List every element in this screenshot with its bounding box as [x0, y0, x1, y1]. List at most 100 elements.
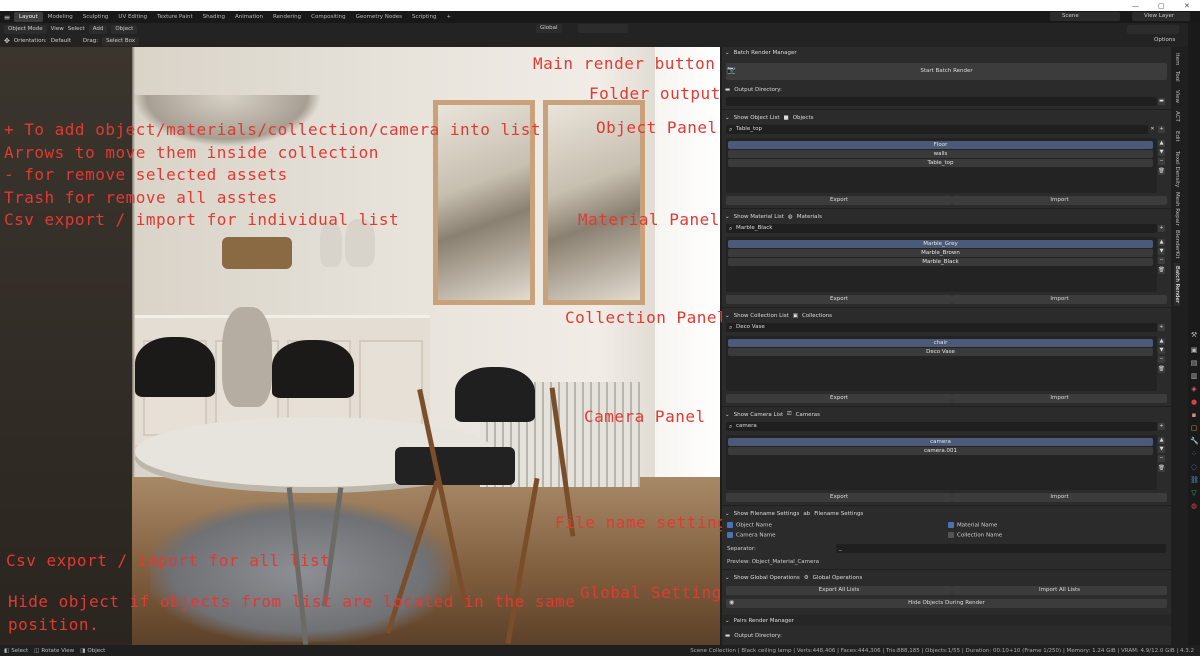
add-material-button[interactable]: + [1158, 225, 1165, 232]
scene-selector[interactable]: Scene [1050, 12, 1120, 21]
collection-name-checkbox[interactable]: Collection Name [948, 532, 1002, 539]
object-search-field[interactable]: Table_top [726, 125, 1148, 134]
data-icon[interactable]: ▽ [1190, 489, 1198, 497]
output-directory-field[interactable] [726, 97, 1157, 106]
menu-view[interactable]: View [51, 26, 64, 32]
object-list-header[interactable]: ⌄ Show Object List ■ Objects [722, 112, 1171, 123]
tab-tool[interactable]: Tool [1174, 71, 1180, 82]
maximize-icon[interactable]: ▢ [1158, 2, 1165, 10]
tab-rendering[interactable]: Rendering [268, 12, 306, 22]
show-global-operations-toggle[interactable]: Show Global Operations [734, 575, 800, 581]
remove-item-button[interactable]: − [1158, 257, 1165, 264]
show-filename-settings-toggle[interactable]: Show Filename Settings [734, 511, 800, 517]
menu-add[interactable]: Add [88, 24, 108, 34]
camera-list-header[interactable]: ⌄ Show Camera List ⎚ Cameras [722, 409, 1171, 420]
tool-icon[interactable]: ⚒ [1190, 331, 1198, 339]
view-layer-selector[interactable]: View Layer [1132, 12, 1190, 21]
list-item[interactable]: chair [728, 339, 1153, 347]
remove-item-button[interactable]: − [1158, 455, 1165, 462]
start-batch-render-button[interactable]: Start Batch Render [726, 63, 1167, 80]
export-all-lists-button[interactable]: Export All Lists [726, 586, 952, 595]
close-icon[interactable]: ✕ [1184, 2, 1190, 10]
tab-act[interactable]: ACT [1174, 111, 1180, 122]
add-camera-button[interactable]: + [1158, 423, 1165, 430]
show-camera-list-toggle[interactable]: Show Camera List [734, 412, 784, 418]
list-item[interactable]: Marble_Brown [728, 249, 1153, 257]
material-export-button[interactable]: Export [726, 295, 952, 304]
show-material-list-toggle[interactable]: Show Material List [734, 214, 784, 220]
tab-view[interactable]: View [1174, 90, 1180, 103]
menu-select[interactable]: Select [68, 26, 85, 32]
material-search-field[interactable]: Marble_Black [726, 224, 1157, 233]
camera-export-button[interactable]: Export [726, 493, 952, 502]
transform-orientation-dropdown[interactable]: Global [536, 24, 562, 33]
collection-import-button[interactable]: Import [952, 394, 1167, 403]
list-item[interactable]: Deco Vase [728, 348, 1153, 356]
trash-icon[interactable]: 🗑 [1158, 465, 1165, 472]
render-properties-icon[interactable]: ▣ [1190, 346, 1198, 354]
physics-icon[interactable]: ◌ [1190, 463, 1198, 471]
move-up-icon[interactable]: ▲ [1158, 239, 1165, 246]
trash-icon[interactable]: 🗑 [1158, 168, 1165, 175]
list-item[interactable]: walls [728, 150, 1153, 158]
collection-properties-icon[interactable]: ▪ [1190, 411, 1198, 419]
tab-modeling[interactable]: Modeling [43, 12, 78, 22]
minimize-icon[interactable]: — [1132, 2, 1139, 10]
remove-item-button[interactable]: − [1158, 356, 1165, 363]
tab-sculpting[interactable]: Sculpting [78, 12, 114, 22]
menu-object[interactable]: Object [111, 24, 138, 34]
particles-icon[interactable]: ⁘ [1190, 450, 1198, 458]
tab-item[interactable]: Item [1174, 53, 1180, 66]
snapping-controls[interactable] [578, 24, 628, 33]
hamburger-menu-icon[interactable]: ≡ [0, 13, 14, 22]
show-object-list-toggle[interactable]: Show Object List [734, 115, 780, 121]
show-collection-list-toggle[interactable]: Show Collection List [734, 313, 789, 319]
tab-compositing[interactable]: Compositing [306, 12, 350, 22]
filename-settings-header[interactable]: ⌄ Show Filename Settings ab Filename Settin… [722, 508, 1171, 519]
material-name-checkbox[interactable]: Material Name [948, 522, 997, 529]
camera-import-button[interactable]: Import [952, 493, 1167, 502]
tab-texel-density[interactable]: Texel Density [1174, 151, 1180, 187]
object-mode-dropdown[interactable]: Object Mode [4, 24, 47, 34]
list-item[interactable]: Marble_Black [728, 258, 1153, 266]
object-name-checkbox[interactable]: Object Name [727, 522, 772, 529]
drag-dropdown[interactable]: Select Box [102, 36, 140, 46]
add-workspace-button[interactable]: + [441, 12, 456, 22]
list-item[interactable]: Table_top [728, 159, 1153, 167]
tab-layout[interactable]: Layout [14, 12, 43, 22]
move-up-icon[interactable]: ▲ [1158, 437, 1165, 444]
collection-list-header[interactable]: ⌄ Show Collection List ▣ Collections [722, 310, 1171, 321]
camera-search-field[interactable]: camera [726, 422, 1157, 431]
move-down-icon[interactable]: ▼ [1158, 446, 1165, 453]
tab-geometry-nodes[interactable]: Geometry Nodes [351, 12, 407, 22]
output-properties-icon[interactable]: ▤ [1190, 359, 1198, 367]
move-down-icon[interactable]: ▼ [1158, 248, 1165, 255]
material-list-header[interactable]: ⌄ Show Material List ◍ Materials [722, 211, 1171, 222]
hide-objects-during-render-button[interactable]: Hide Objects During Render [726, 599, 1167, 608]
shading-modes[interactable] [1127, 25, 1179, 34]
orientation-dropdown[interactable]: Default [51, 38, 71, 44]
options-dropdown[interactable]: Options [1154, 37, 1175, 43]
move-up-icon[interactable]: ▲ [1158, 140, 1165, 147]
collection-search-field[interactable]: Deco Vase [726, 323, 1157, 332]
move-up-icon[interactable]: ▲ [1158, 338, 1165, 345]
add-object-button[interactable]: + [1158, 126, 1165, 133]
object-import-button[interactable]: Import [952, 196, 1167, 205]
separator-field[interactable]: _ [836, 544, 1166, 553]
add-collection-button[interactable]: + [1158, 324, 1165, 331]
tab-shading[interactable]: Shading [198, 12, 230, 22]
move-down-icon[interactable]: ▼ [1158, 149, 1165, 156]
list-item[interactable]: Marble_Grey [728, 240, 1153, 248]
world-icon[interactable]: ● [1190, 398, 1198, 406]
folder-browse-icon[interactable]: ▬ [1158, 98, 1165, 105]
tab-edit[interactable]: Edit [1174, 131, 1180, 142]
constraints-icon[interactable]: ⛓ [1190, 476, 1199, 484]
modifier-icon[interactable]: 🔧 [1190, 437, 1199, 445]
remove-item-button[interactable]: − [1158, 158, 1165, 165]
tab-blenderkit[interactable]: BlenderKit [1174, 230, 1180, 259]
move-down-icon[interactable]: ▼ [1158, 347, 1165, 354]
object-export-button[interactable]: Export [726, 196, 952, 205]
object-properties-icon[interactable]: ▢ [1190, 424, 1198, 432]
trash-icon[interactable]: 🗑 [1158, 366, 1165, 373]
tab-animation[interactable]: Animation [230, 12, 268, 22]
